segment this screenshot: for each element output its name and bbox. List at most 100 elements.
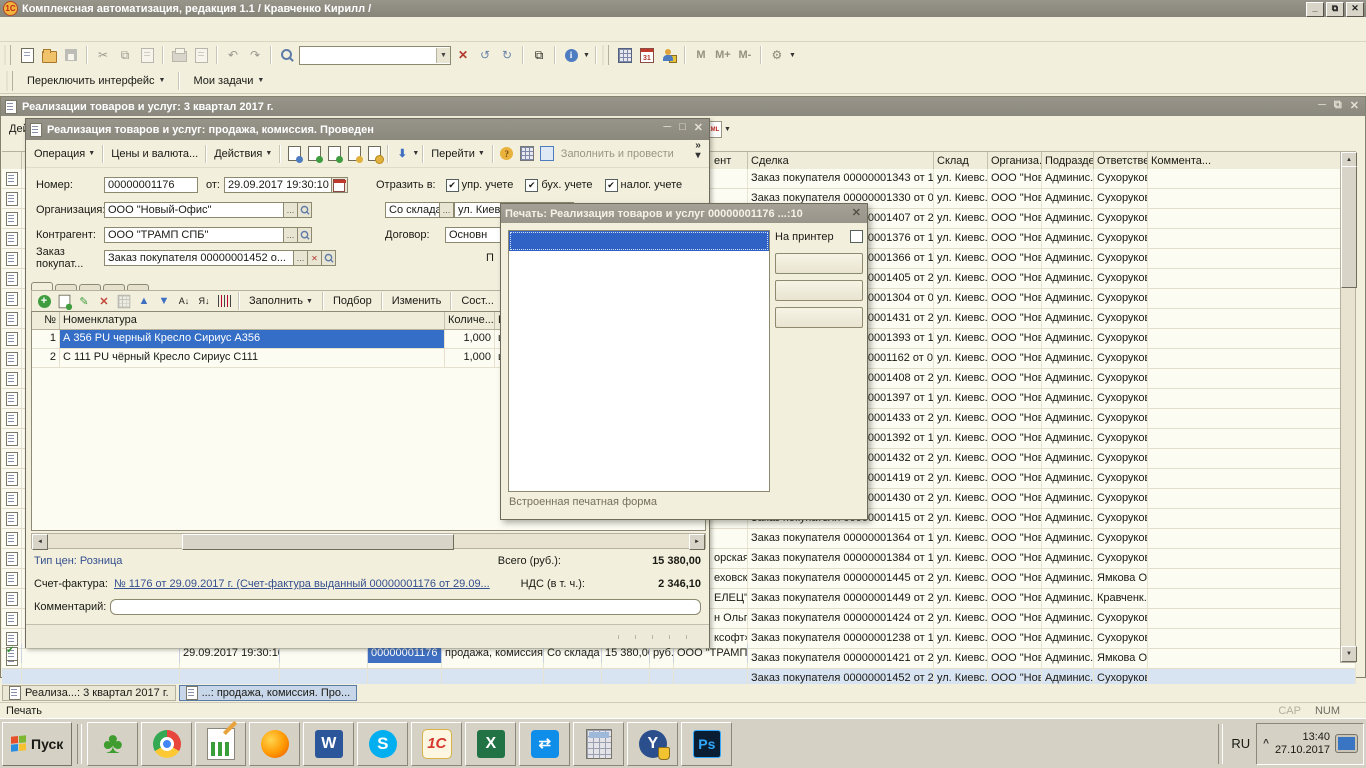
close-button[interactable]: ✕ bbox=[694, 121, 703, 134]
find-prev-icon[interactable]: ↻ bbox=[497, 46, 517, 64]
menu-item[interactable] bbox=[60, 26, 78, 32]
delete-row-icon[interactable]: ✕ bbox=[95, 293, 113, 309]
print-form-item[interactable] bbox=[509, 311, 769, 331]
network-monitor-icon[interactable] bbox=[1336, 735, 1357, 752]
scroll-right-icon[interactable]: ► bbox=[689, 534, 705, 550]
ellipsis-button[interactable]: … bbox=[294, 250, 308, 266]
print-icon[interactable] bbox=[169, 46, 189, 64]
taskbar-app-button[interactable] bbox=[465, 722, 516, 766]
ellipsis-button[interactable]: … bbox=[440, 202, 454, 218]
minimize-button[interactable]: ─ bbox=[1318, 99, 1326, 112]
open-icon[interactable] bbox=[39, 46, 59, 64]
memory-m-button[interactable]: M bbox=[691, 46, 711, 64]
actions-button[interactable]: Действия▼ bbox=[210, 146, 276, 162]
pick-button[interactable]: Подбор bbox=[329, 293, 376, 309]
start-button[interactable]: Пуск bbox=[2, 722, 72, 766]
restore-button[interactable]: ⧉ bbox=[1326, 2, 1344, 17]
add-row-icon[interactable]: + bbox=[35, 293, 53, 309]
search-icon[interactable] bbox=[277, 46, 297, 64]
restore-button[interactable]: ⧉ bbox=[1334, 99, 1342, 112]
my-tasks-button[interactable]: Мои задачи▼ bbox=[187, 72, 270, 90]
taskbar-app-button[interactable] bbox=[357, 722, 408, 766]
composition-button[interactable]: Сост... bbox=[457, 293, 498, 309]
copy-row-icon[interactable] bbox=[55, 293, 73, 309]
footer-button[interactable] bbox=[652, 635, 669, 639]
cut-icon[interactable]: ✂ bbox=[93, 46, 113, 64]
maximize-button[interactable]: □ bbox=[679, 121, 686, 134]
contragent-field[interactable]: ООО "ТРАМП СПБ" bbox=[104, 227, 284, 243]
management-accounting-checkbox[interactable]: ✔упр. учете bbox=[446, 179, 514, 192]
redo-icon[interactable]: ↷ bbox=[245, 46, 265, 64]
comment-field[interactable] bbox=[110, 599, 701, 615]
move-up-icon[interactable]: ▲ bbox=[135, 293, 153, 309]
windows-list-icon[interactable]: ⧉ bbox=[529, 46, 549, 64]
mdi-window-button[interactable]: Реализа...: 3 квартал 2017 г. bbox=[2, 685, 176, 701]
service-settings-icon[interactable]: ⚙ bbox=[767, 46, 787, 64]
output-icon[interactable]: ⬇ bbox=[392, 145, 412, 163]
taskbar-app-button[interactable] bbox=[195, 722, 246, 766]
close-icon[interactable]: ✕ bbox=[852, 206, 861, 219]
taskbar-app-button[interactable] bbox=[249, 722, 300, 766]
menu-item[interactable] bbox=[150, 26, 168, 32]
date-field[interactable]: 29.09.2017 19:30:10 bbox=[224, 177, 332, 193]
tax-accounting-checkbox[interactable]: ✔налог. учете bbox=[605, 179, 683, 192]
column-comment[interactable]: Коммента... bbox=[1148, 152, 1356, 170]
list-window-titlebar[interactable]: Реализации товаров и услуг: 3 квартал 20… bbox=[1, 97, 1365, 116]
clear-search-icon[interactable]: ✕ bbox=[453, 46, 473, 64]
print-form-item[interactable] bbox=[509, 411, 769, 431]
undo-icon[interactable]: ↶ bbox=[223, 46, 243, 64]
items-horizontal-scrollbar[interactable]: ◄ ► bbox=[31, 533, 706, 549]
clear-button[interactable]: ✕ bbox=[308, 250, 322, 266]
document-window-titlebar[interactable]: Реализация товаров и услуг: продажа, ком… bbox=[26, 119, 709, 140]
help-icon[interactable]: ? bbox=[497, 145, 517, 163]
reread-icon[interactable] bbox=[284, 145, 304, 163]
barcode-icon[interactable] bbox=[215, 293, 233, 309]
copy-icon[interactable]: ⧉ bbox=[115, 46, 135, 64]
structure-icon[interactable] bbox=[517, 145, 537, 163]
info-dropdown-icon[interactable]: ▼ bbox=[583, 52, 590, 59]
memory-m-plus-button[interactable]: M+ bbox=[713, 46, 733, 64]
menu-item[interactable] bbox=[114, 26, 132, 32]
organization-field[interactable]: ООО "Новый-Офис" bbox=[104, 202, 284, 218]
menu-item[interactable] bbox=[78, 26, 96, 32]
column-deal[interactable]: Сделка bbox=[748, 152, 934, 170]
calendar-icon[interactable]: 31 bbox=[637, 46, 657, 64]
to-printer-checkbox[interactable] bbox=[850, 230, 863, 243]
column-otv[interactable]: Ответстве... bbox=[1094, 152, 1148, 170]
ellipsis-button[interactable]: … bbox=[284, 227, 298, 243]
move-down-icon[interactable]: ▼ bbox=[155, 293, 173, 309]
dialog-button[interactable] bbox=[775, 253, 863, 274]
fill-button[interactable]: Заполнить▼ bbox=[245, 293, 317, 309]
footer-button[interactable] bbox=[635, 635, 652, 639]
menu-item[interactable] bbox=[132, 26, 150, 32]
show-hidden-icons-icon[interactable]: ^ bbox=[1263, 738, 1269, 749]
column-podr[interactable]: Подразде... bbox=[1042, 152, 1094, 170]
close-button[interactable]: ✕ bbox=[1346, 2, 1364, 17]
paste-icon[interactable] bbox=[137, 46, 157, 64]
magnifier-button[interactable] bbox=[322, 250, 336, 266]
print-form-item[interactable] bbox=[509, 291, 769, 311]
column-org[interactable]: Организа... bbox=[988, 152, 1042, 170]
service-dropdown-icon[interactable]: ▼ bbox=[789, 52, 796, 59]
print-form-item[interactable] bbox=[509, 371, 769, 391]
list-vertical-scrollbar[interactable]: ▲ ▼ bbox=[1340, 151, 1356, 663]
switch-interface-button[interactable]: Переключить интерфейс▼ bbox=[21, 72, 171, 90]
goto-button[interactable]: Перейти▼ bbox=[427, 146, 489, 162]
print-form-item[interactable] bbox=[509, 331, 769, 351]
print-form-item[interactable] bbox=[509, 251, 769, 271]
minimize-button[interactable]: ─ bbox=[663, 121, 671, 134]
info-icon[interactable]: i bbox=[561, 46, 581, 64]
mdi-window-button[interactable]: ...: продажа, комиссия. Про... bbox=[179, 685, 358, 701]
ellipsis-button[interactable]: … bbox=[284, 202, 298, 218]
taskbar-app-button[interactable] bbox=[519, 722, 570, 766]
footer-button[interactable] bbox=[602, 635, 618, 639]
taskbar-app-button[interactable] bbox=[141, 722, 192, 766]
footer-button[interactable] bbox=[686, 635, 703, 639]
print-dialog-titlebar[interactable]: Печать: Реализация товаров и услуг 00000… bbox=[501, 204, 867, 223]
to-printer-option[interactable]: На принтер bbox=[775, 230, 863, 243]
find-next-icon[interactable]: ↺ bbox=[475, 46, 495, 64]
movements-report-icon[interactable] bbox=[537, 145, 557, 163]
print-form-item[interactable] bbox=[509, 431, 769, 451]
minimize-button[interactable]: _ bbox=[1306, 2, 1324, 17]
xml-dropdown-icon[interactable]: ▼ bbox=[724, 126, 731, 133]
